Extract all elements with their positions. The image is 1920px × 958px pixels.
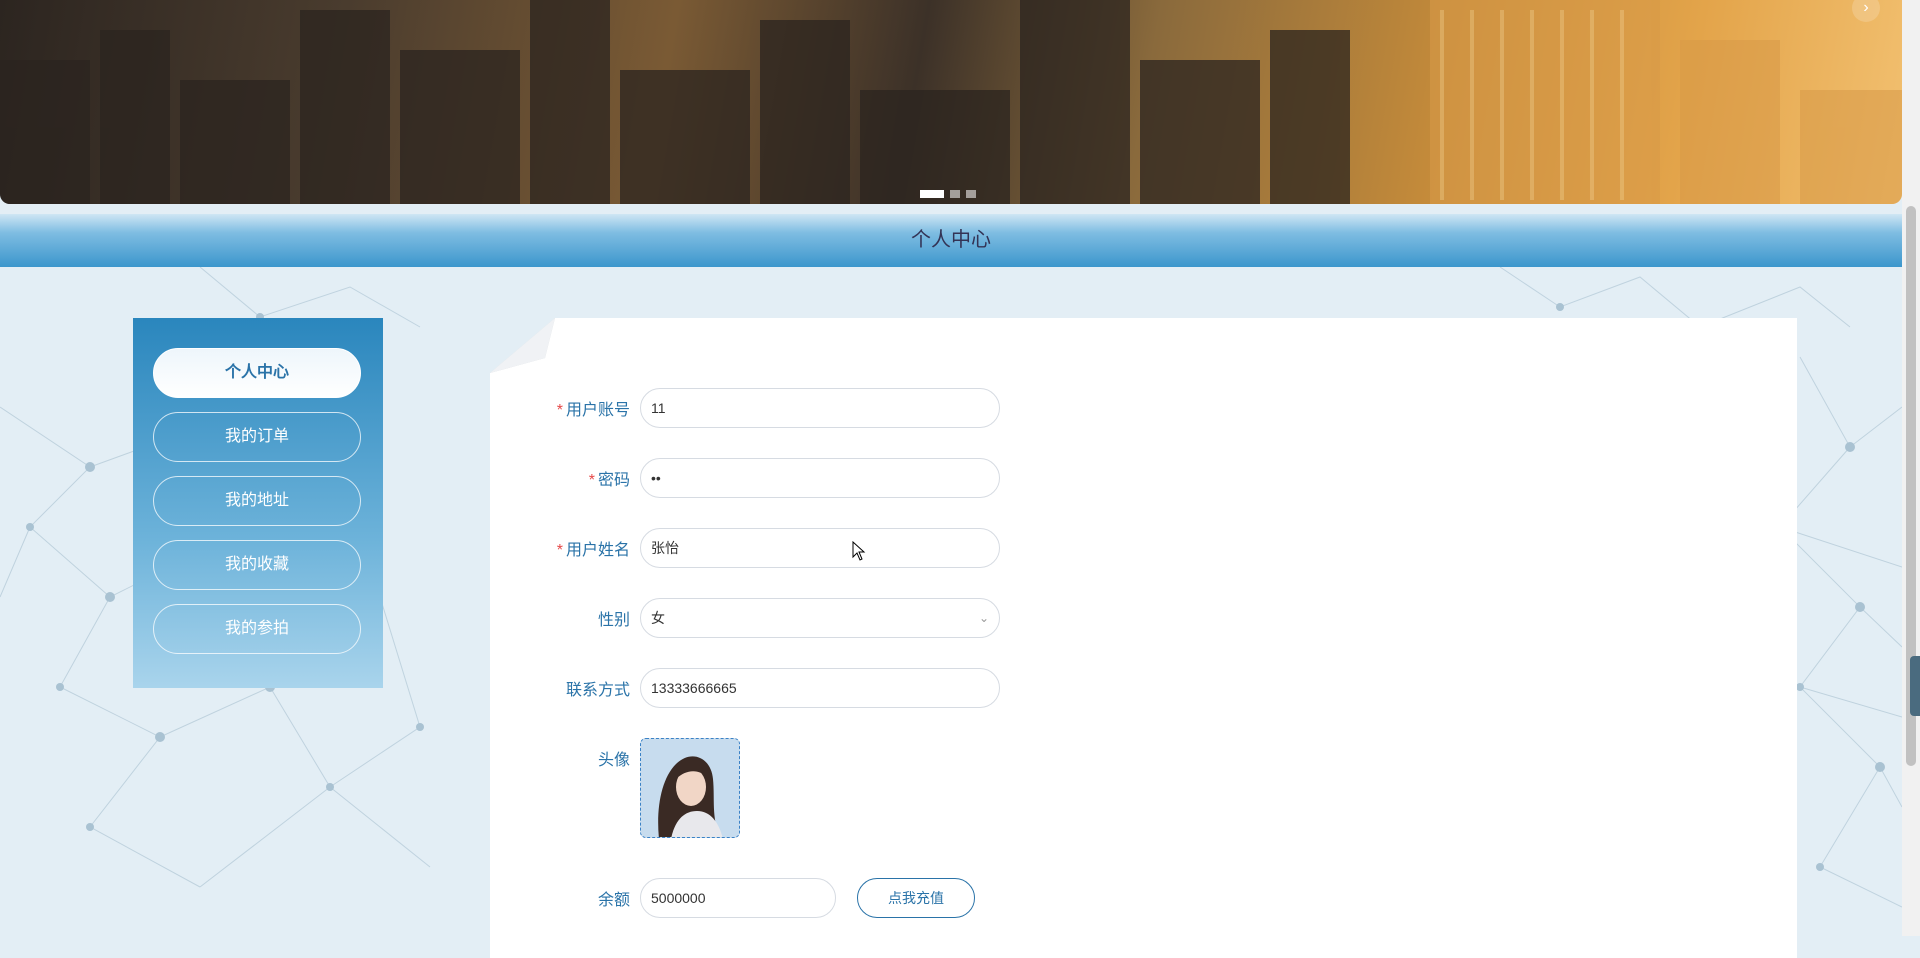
mouse-cursor-icon (852, 541, 866, 561)
city-skyline-image (0, 0, 1902, 204)
avatar-upload[interactable] (640, 738, 740, 838)
password-row: * 密码 •• (490, 458, 1000, 498)
sidebar-item-orders[interactable]: 我的订单 (153, 412, 361, 462)
page-scrollbar[interactable] (1902, 0, 1920, 936)
carousel-dot[interactable] (966, 190, 976, 198)
password-label-text: 密码 (597, 472, 630, 489)
banner-carousel: › (0, 0, 1902, 204)
account-row: * 用户账号 11 (490, 388, 1000, 428)
name-label: * 用户姓名 (490, 536, 640, 560)
phone-label: 联系方式 (565, 682, 630, 699)
account-input[interactable]: 11 (640, 388, 1000, 428)
gender-label: 性别 (597, 612, 630, 629)
profile-form-panel: * 用户账号 11 * 密码 •• * 用户姓名 张怡 性别 女 ⌄ 联系方式 133… (490, 318, 1797, 958)
sidebar-item-favorites[interactable]: 我的收藏 (153, 540, 361, 590)
sidebar-menu: 个人中心 我的订单 我的地址 我的收藏 我的参拍 (133, 318, 383, 688)
password-input[interactable]: •• (640, 458, 1000, 498)
chevron-down-icon: ⌄ (978, 611, 989, 625)
carousel-dot[interactable] (950, 190, 960, 198)
page-title: 个人中心 (0, 214, 1902, 267)
sidebar-item-address[interactable]: 我的地址 (153, 476, 361, 526)
required-mark: * (556, 402, 563, 419)
required-mark: * (556, 542, 563, 559)
account-label-text: 用户账号 (565, 402, 630, 419)
recharge-button[interactable]: 点我充值 (857, 878, 975, 918)
gender-select[interactable]: 女 ⌄ (640, 598, 1000, 638)
avatar-label: 头像 (597, 752, 630, 769)
account-label: * 用户账号 (490, 396, 640, 420)
page-curl-decoration (490, 318, 555, 373)
side-drawer-handle[interactable] (1910, 656, 1920, 716)
balance-input[interactable]: 5000000 (640, 878, 836, 918)
phone-row: 联系方式 13333666665 (490, 668, 1000, 708)
balance-row: 余额 5000000 点我充值 (490, 878, 975, 918)
sidebar-item-bids[interactable]: 我的参拍 (153, 604, 361, 654)
phone-input[interactable]: 13333666665 (640, 668, 1000, 708)
name-row: * 用户姓名 张怡 (490, 528, 1000, 568)
carousel-indicators (920, 190, 976, 198)
required-mark: * (588, 472, 595, 489)
gender-select-value: 女 (651, 610, 665, 626)
balance-label: 余额 (597, 892, 630, 909)
name-input[interactable]: 张怡 (640, 528, 1000, 568)
gender-row: 性别 女 ⌄ (490, 598, 1000, 638)
password-label: * 密码 (490, 466, 640, 490)
avatar-row: 头像 (490, 738, 740, 838)
avatar-image (641, 739, 739, 837)
sidebar-item-profile[interactable]: 个人中心 (153, 348, 361, 398)
name-label-text: 用户姓名 (565, 542, 630, 559)
carousel-dot[interactable] (920, 190, 944, 198)
